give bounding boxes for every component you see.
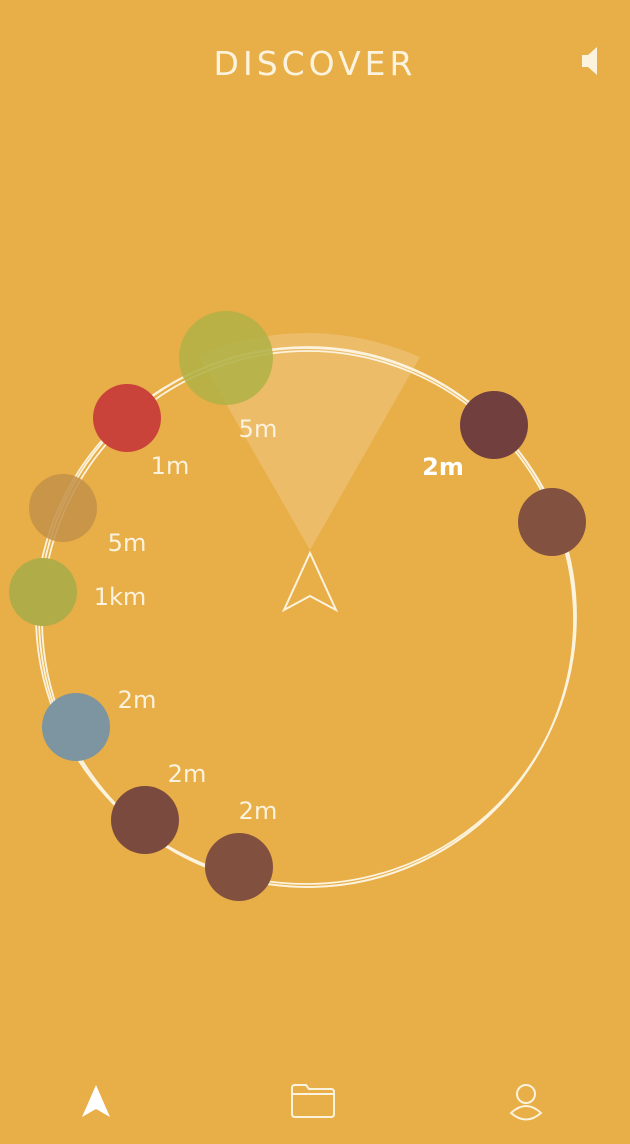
item-marker[interactable] [111,786,179,854]
tab-library[interactable] [283,1082,343,1138]
distance-label: 1m [151,452,190,480]
folder-icon [291,1084,335,1118]
tab-profile[interactable] [496,1082,556,1138]
item-marker[interactable] [460,391,528,459]
item-marker[interactable] [29,474,97,542]
distance-label: 2m [168,760,207,788]
item-marker[interactable] [42,693,110,761]
distance-label: 1km [94,583,147,611]
radar-item[interactable]: 2m [422,391,528,481]
navigation-arrow-icon [281,550,339,613]
radar-item[interactable]: 1m [93,384,189,480]
item-marker[interactable] [9,558,77,626]
radar-item[interactable]: 2m [42,686,156,761]
item-marker[interactable] [179,311,273,405]
radar-item[interactable] [518,488,586,556]
tab-discover[interactable] [66,1082,126,1138]
distance-label: 5m [239,415,278,443]
item-marker[interactable] [518,488,586,556]
radar-view: 5m 1m 5m 1km 2m 2m 2m 2m [9,311,586,901]
navigation-arrow-icon [82,1085,110,1117]
distance-label: 2m [118,686,157,714]
distance-label: 5m [108,529,147,557]
distance-label: 2m [422,453,464,481]
item-marker[interactable] [93,384,161,452]
user-icon [509,1084,543,1121]
radar-item[interactable]: 2m [111,760,206,854]
radar-item[interactable]: 5m [179,311,277,443]
item-marker[interactable] [205,833,273,901]
distance-label: 2m [239,797,278,825]
radar-item[interactable]: 1km [9,558,146,626]
radar-item[interactable]: 2m [205,797,277,901]
